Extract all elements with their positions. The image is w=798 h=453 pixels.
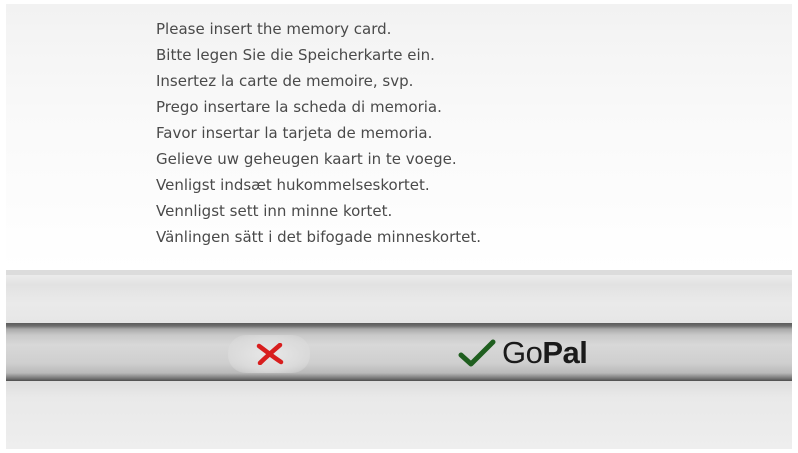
instruction-line-danish: Venligst indsæt hukommelseskortet.: [156, 176, 430, 194]
message-panel: Please insert the memory card. Bitte leg…: [6, 4, 792, 270]
instruction-line-spanish: Favor insertar la tarjeta de memoria.: [156, 124, 433, 142]
gopal-logo: GoPal: [502, 333, 588, 373]
instruction-line-italian: Prego insertare la scheda di memoria.: [156, 98, 442, 116]
instruction-line-norwegian: Vennligst sett inn minne kortet.: [156, 202, 393, 220]
checkmark-icon: [458, 339, 496, 367]
logo-text-pal: Pal: [542, 335, 588, 370]
instruction-list: Please insert the memory card. Bitte leg…: [156, 16, 481, 250]
instruction-line-swedish: Vänlingen sätt i det bifogade minneskort…: [156, 228, 482, 246]
instruction-line-dutch: Gelieve uw geheugen kaart in te voege.: [156, 150, 457, 168]
instruction-line-french: Insertez la carte de memoire, svp.: [156, 72, 414, 90]
cancel-button[interactable]: [228, 335, 310, 373]
instruction-line-german: Bitte legen Sie die Speicherkarte ein.: [156, 46, 435, 64]
close-icon: [256, 343, 284, 365]
bottom-area: [6, 381, 792, 449]
logo-text-go: Go: [502, 335, 543, 370]
instruction-line-english: Please insert the memory card.: [156, 20, 392, 38]
blank-band: [6, 275, 792, 323]
action-toolbar: GoPal: [6, 323, 792, 381]
gopal-screen: Please insert the memory card. Bitte leg…: [6, 4, 792, 449]
